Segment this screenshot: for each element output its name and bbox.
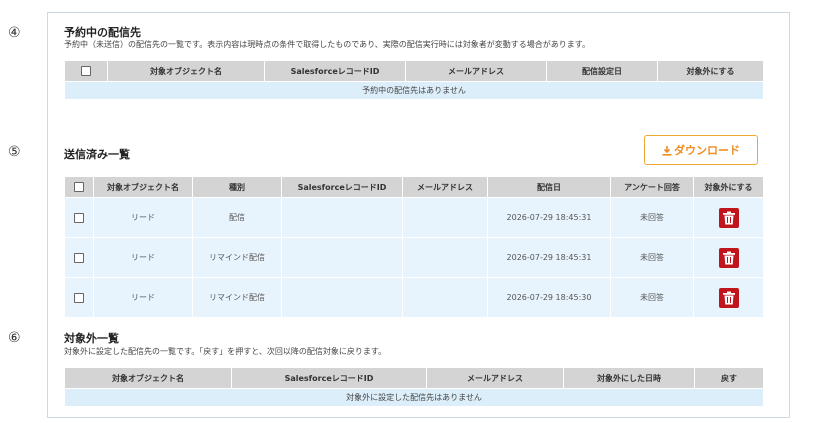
reserved-select-all[interactable] [64, 60, 108, 82]
reserved-empty-message: 予約中の配信先はありません [64, 81, 764, 100]
cell-object: リード [93, 277, 193, 318]
cell-exclude [693, 237, 764, 278]
delete-button[interactable] [718, 287, 739, 308]
col-header: SalesforceレコードID [281, 176, 403, 198]
col-header: 対象外にした日時 [563, 367, 695, 389]
section-marker-6: ⑥ [8, 330, 21, 346]
excluded-description: 対象外に設定した配信先の一覧です。「戻す」を押すと、次回以降の配信対象に戻ります… [64, 347, 387, 356]
checkbox[interactable] [74, 292, 84, 303]
table-row: リード リマインド配信 2026-07-29 18:45:30 未回答 [64, 277, 764, 318]
col-header: 対象オブジェクト名 [93, 176, 193, 198]
col-header: メールアドレス [405, 60, 547, 82]
row-checkbox-cell[interactable] [64, 197, 94, 238]
sent-table: 対象オブジェクト名 種別 SalesforceレコードID メールアドレス 配信… [64, 176, 764, 318]
cell-object: リード [93, 197, 193, 238]
col-header: 種別 [192, 176, 282, 198]
download-icon [662, 146, 672, 156]
cell-email [402, 237, 488, 278]
cell-record-id [281, 237, 403, 278]
cell-survey: 未回答 [610, 197, 694, 238]
cell-exclude [693, 197, 764, 238]
excluded-table: 対象オブジェクト名 SalesforceレコードID メールアドレス 対象外にし… [64, 367, 764, 407]
table-row: リード リマインド配信 2026-07-29 18:45:31 未回答 [64, 237, 764, 278]
delete-button[interactable] [718, 247, 739, 268]
row-checkbox-cell[interactable] [64, 237, 94, 278]
cell-survey: 未回答 [610, 237, 694, 278]
col-header: SalesforceレコードID [264, 60, 406, 82]
col-header: 配信日 [487, 176, 611, 198]
download-button[interactable]: ダウンロード [644, 135, 758, 165]
checkbox[interactable] [81, 66, 91, 76]
col-header: 配信設定日 [546, 60, 658, 82]
section-marker-5: ⑤ [8, 144, 21, 160]
trash-icon [722, 211, 735, 224]
cell-type: リマインド配信 [192, 237, 282, 278]
reserved-table: 対象オブジェクト名 SalesforceレコードID メールアドレス 配信設定日… [64, 60, 764, 100]
col-header: SalesforceレコードID [231, 367, 427, 389]
checkbox[interactable] [74, 212, 84, 223]
col-header: メールアドレス [426, 367, 564, 389]
cell-date: 2026-07-29 18:45:31 [487, 237, 611, 278]
col-header: 戻す [694, 367, 764, 389]
cell-object: リード [93, 237, 193, 278]
col-header: 対象外にする [657, 60, 764, 82]
col-header: 対象外にする [693, 176, 764, 198]
delete-button[interactable] [718, 207, 739, 228]
trash-icon [722, 251, 735, 264]
sent-title: 送信済み一覧 [64, 148, 130, 161]
cell-email [402, 277, 488, 318]
cell-email [402, 197, 488, 238]
cell-record-id [281, 277, 403, 318]
col-header: アンケート回答 [610, 176, 694, 198]
trash-icon [722, 291, 735, 304]
checkbox[interactable] [74, 182, 84, 192]
cell-type: リマインド配信 [192, 277, 282, 318]
col-header: メールアドレス [402, 176, 488, 198]
cell-survey: 未回答 [610, 277, 694, 318]
row-checkbox-cell[interactable] [64, 277, 94, 318]
cell-type: 配信 [192, 197, 282, 238]
cell-date: 2026-07-29 18:45:31 [487, 197, 611, 238]
reserved-title: 予約中の配信先 [64, 26, 141, 39]
col-header: 対象オブジェクト名 [107, 60, 265, 82]
checkbox[interactable] [74, 252, 84, 263]
cell-exclude [693, 277, 764, 318]
excluded-title: 対象外一覧 [64, 332, 119, 345]
table-row: リード 配信 2026-07-29 18:45:31 未回答 [64, 197, 764, 238]
excluded-empty-message: 対象外に設定した配信先はありません [64, 388, 764, 407]
download-label: ダウンロード [674, 144, 740, 157]
section-marker-4: ④ [8, 25, 21, 41]
cell-date: 2026-07-29 18:45:30 [487, 277, 611, 318]
sent-select-all[interactable] [64, 176, 94, 198]
col-header: 対象オブジェクト名 [64, 367, 232, 389]
reserved-description: 予約中（未送信）の配信先の一覧です。表示内容は現時点の条件で取得したものであり、… [64, 40, 590, 49]
cell-record-id [281, 197, 403, 238]
